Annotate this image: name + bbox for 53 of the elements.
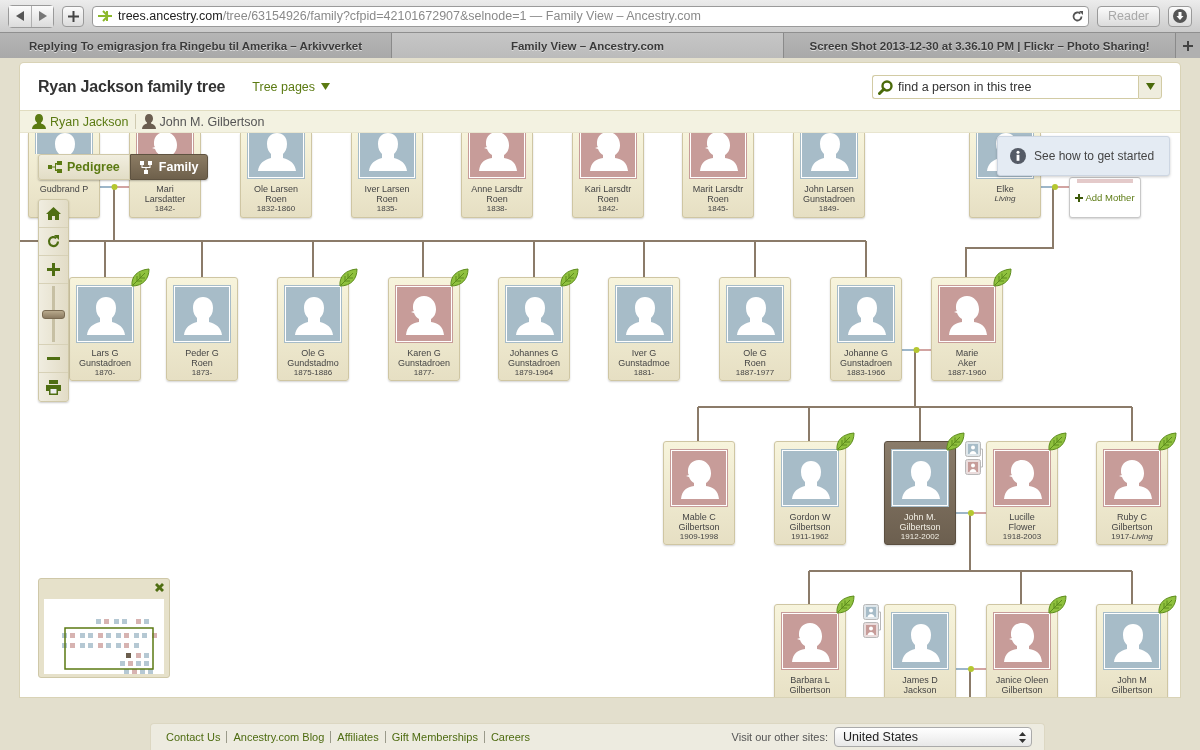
person-name: Marit Larsdtr Roen	[692, 184, 744, 204]
person-name: John M Gilbertson	[1111, 675, 1153, 695]
person-name: Ole Larsen Roen	[254, 184, 298, 204]
person-name: Lucille Flower	[1008, 512, 1036, 532]
person-name: Gudbrand P	[39, 184, 89, 194]
life-dates: 1870-	[94, 368, 116, 378]
person-name: Karen G Gunstadroen	[397, 348, 450, 368]
person-name: Johanne G Gunstadroen	[839, 348, 892, 368]
person-name: Anne Larsdtr Roen	[471, 184, 523, 204]
life-dates: 1835-	[376, 204, 398, 214]
person-name: Lars G Gunstadroen	[78, 348, 131, 368]
person-name: Ruby C Gilbertson	[1111, 512, 1153, 532]
life-dates: 1883-1966	[846, 368, 886, 378]
person-name: Johannes G Gunstadroen	[507, 348, 560, 368]
person-name: James D Jackson	[902, 675, 938, 695]
life-dates: 1832-1860	[256, 204, 296, 214]
person-name: Iver G Gunstadmoe	[618, 348, 670, 368]
life-dates: 1881-	[633, 368, 655, 378]
life-dates: 1842-	[597, 204, 619, 214]
person-name: Mable C Gilbertson	[678, 512, 720, 532]
life-dates: 1849-	[818, 204, 840, 214]
person-name: John Larsen Gunstadroen	[802, 184, 855, 204]
life-dates: 1911-1962	[791, 532, 829, 542]
life-dates: 1887-1977	[735, 368, 775, 378]
life-dates: 1912-2002	[900, 532, 940, 542]
life-dates: 1879-1964	[514, 368, 554, 378]
life-dates: 1838-	[486, 204, 508, 214]
life-dates: 1842-	[154, 204, 176, 214]
sites-label: Visit our other sites:	[731, 731, 828, 743]
person-name: Mari Larsdatter	[144, 184, 186, 204]
person-name: Marie Aker	[955, 348, 979, 368]
life-dates: 1875-1886	[293, 368, 333, 378]
person-name: Elke	[996, 184, 1014, 194]
life-dates: 1845-	[707, 204, 729, 214]
person-name: Peder G Roen	[185, 348, 219, 368]
life-dates: 1877-	[413, 368, 435, 378]
life-dates: 1887-1960	[947, 368, 987, 378]
person-name: Kari Larsdtr Roen	[584, 184, 632, 204]
person-name: Janice Oleen Gilbertson	[995, 675, 1049, 695]
tree-title: Ryan Jackson family tree	[38, 77, 226, 96]
life-dates: 1873-	[191, 368, 213, 378]
person-name: Gordon W Gilbertson	[789, 512, 831, 532]
person-name: Barbara L Gilbertson	[789, 675, 831, 695]
life-status: Living	[994, 194, 1016, 204]
life-dates: 1909-1998	[679, 532, 719, 542]
person-name: John M. Gilbertson	[899, 512, 941, 532]
person-name: Ole G Gundstadmo	[287, 348, 339, 368]
person-name: Iver Larsen Roen	[364, 184, 410, 204]
person-name: Ole G Roen	[743, 348, 767, 368]
life-dates: 1918-2003	[1002, 532, 1042, 542]
tooltip-text: See how to get started	[1034, 149, 1155, 163]
url-text: trees.ancestry.com/tree/63154926/family?cfpid=42101672907&selnode=1 — Family View – Ancestry.com	[118, 9, 702, 23]
life-dates: 1917-Living	[1111, 532, 1153, 542]
